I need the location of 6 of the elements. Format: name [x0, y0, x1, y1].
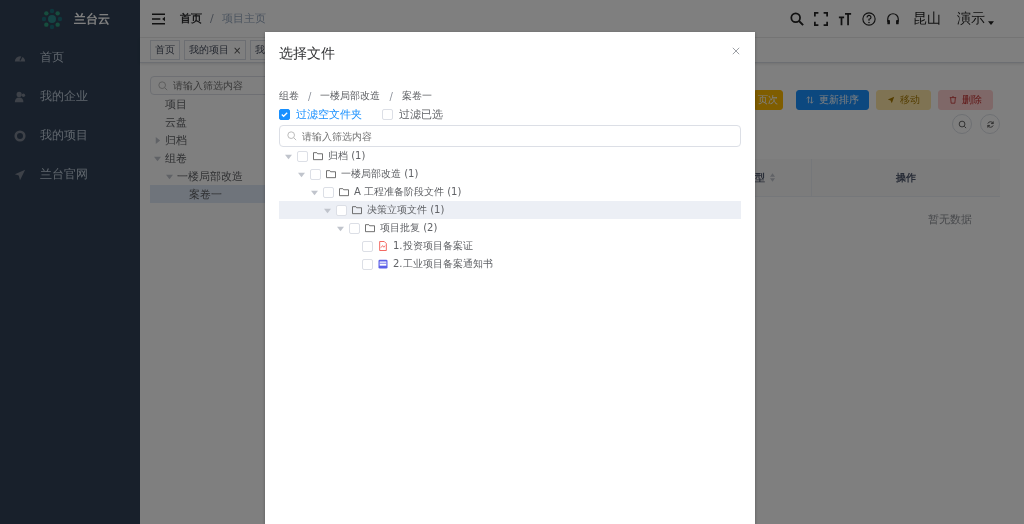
breadcrumb-separator: / — [389, 90, 393, 102]
dialog-title: 选择文件 — [279, 45, 335, 63]
breadcrumb-separator: / — [308, 90, 312, 102]
breadcrumb-separator: / — [210, 12, 214, 25]
app-name: 兰台云 — [74, 10, 110, 28]
column-header: 操作 — [895, 170, 917, 185]
